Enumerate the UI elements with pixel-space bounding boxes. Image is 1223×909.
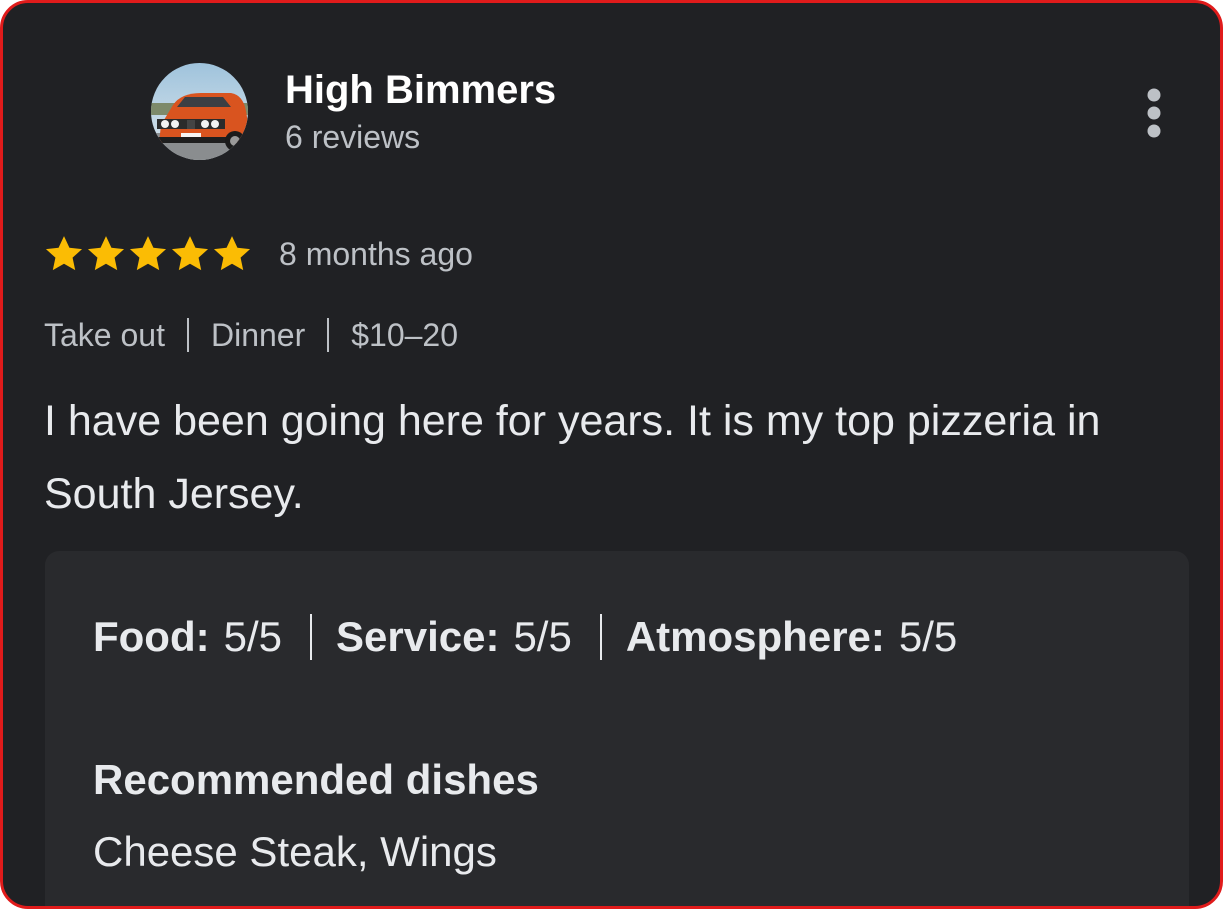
service-rating-label: Service: — [336, 613, 500, 660]
star-icon — [45, 236, 83, 271]
recommended-dishes-list: Cheese Steak, Wings — [93, 828, 497, 875]
author-review-count[interactable]: 6 reviews — [285, 117, 420, 157]
food-rating-label: Food: — [93, 613, 210, 660]
star-rating — [43, 233, 253, 275]
separator — [599, 614, 602, 660]
atmosphere-rating-label: Atmosphere: — [625, 613, 885, 660]
separator — [186, 318, 189, 352]
sub-ratings: Food: 5/5 Service: 5/5 Atmosphere: 5/5 — [93, 611, 957, 663]
review-tags: Take out Dinner $10–20 — [44, 313, 458, 357]
star-icon — [213, 236, 251, 271]
tag-service-type: Take out — [44, 316, 165, 353]
user-avatar-car-photo-icon — [151, 63, 248, 160]
more-options-button[interactable] — [1129, 83, 1179, 143]
review-text: I have been going here for years. It is … — [44, 397, 1101, 518]
review-card: High Bimmers 6 reviews 8 months ago Take… — [0, 0, 1223, 909]
atmosphere-rating-value: 5/5 — [898, 613, 958, 660]
review-time: 8 months ago — [279, 235, 473, 272]
recommended-dishes-heading: Recommended dishes — [93, 756, 539, 803]
avatar[interactable] — [151, 63, 248, 160]
rating-row: 8 months ago — [43, 229, 473, 279]
review-details-panel: Food: 5/5 Service: 5/5 Atmosphere: 5/5 R… — [45, 551, 1189, 906]
tag-price: $10–20 — [351, 316, 459, 353]
service-rating-value: 5/5 — [513, 613, 572, 660]
star-icon — [171, 236, 209, 271]
more-vert-icon — [1147, 88, 1161, 138]
author-name[interactable]: High Bimmers — [285, 67, 556, 113]
food-rating-value: 5/5 — [223, 613, 282, 660]
star-icon — [87, 236, 125, 271]
separator — [327, 318, 330, 352]
tag-meal-type: Dinner — [210, 316, 306, 353]
star-icon — [129, 236, 167, 271]
separator — [310, 614, 312, 660]
